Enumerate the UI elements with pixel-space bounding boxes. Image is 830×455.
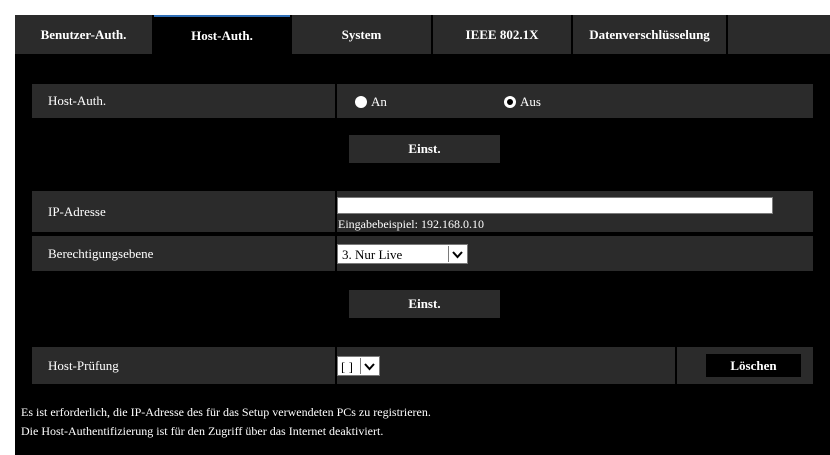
settings-frame: Benutzer-Auth. Host-Auth. System IEEE 80… xyxy=(15,15,830,455)
host-auth-row: Host-Auth. An Aus xyxy=(32,84,813,118)
tab-host-auth[interactable]: Host-Auth. xyxy=(154,15,290,54)
permission-level-value: 3. Nur Live xyxy=(342,247,403,262)
tab-bar: Benutzer-Auth. Host-Auth. System IEEE 80… xyxy=(15,15,830,54)
tab-bar-filler xyxy=(728,15,830,54)
delete-button[interactable]: Löschen xyxy=(706,354,801,377)
tab-ieee-8021x[interactable]: IEEE 802.1X xyxy=(433,15,571,54)
note-line-1: Es ist erforderlich, die IP-Adresse des … xyxy=(21,405,431,419)
note-line-2: Die Host-Authentifizierung ist für den Z… xyxy=(21,424,384,438)
tab-datenverschluesselung[interactable]: Datenverschlüsselung xyxy=(573,15,726,54)
radio-an-dot[interactable] xyxy=(355,96,367,108)
radio-aus[interactable]: Aus xyxy=(504,94,541,110)
permission-level-select[interactable]: 3. Nur Live xyxy=(337,244,468,264)
chevron-down-icon[interactable] xyxy=(448,246,466,262)
radio-aus-dot[interactable] xyxy=(504,96,516,108)
ip-address-hint: Eingabebeispiel: 192.168.0.10 xyxy=(338,217,484,231)
row-divider xyxy=(675,347,677,384)
tab-benutzer-auth[interactable]: Benutzer-Auth. xyxy=(15,15,152,54)
permission-level-row: Berechtigungsebene 3. Nur Live xyxy=(32,236,813,271)
radio-an-label: An xyxy=(371,94,387,109)
host-check-value: [ ] xyxy=(341,359,353,374)
set-button-2[interactable]: Einst. xyxy=(349,290,500,318)
radio-aus-label: Aus xyxy=(520,94,541,109)
radio-an[interactable]: An xyxy=(355,94,387,110)
tab-system[interactable]: System xyxy=(292,15,431,54)
host-check-select[interactable]: [ ] xyxy=(337,356,380,376)
ip-address-row: IP-Adresse Eingabebeispiel: 192.168.0.10 xyxy=(32,191,813,232)
chevron-down-icon[interactable] xyxy=(360,358,378,374)
host-auth-label: Host-Auth. xyxy=(48,93,107,108)
ip-address-label: IP-Adresse xyxy=(48,204,106,219)
row-divider xyxy=(335,84,337,118)
host-check-row: Host-Prüfung [ ] Löschen xyxy=(32,347,813,384)
ip-address-input[interactable] xyxy=(337,197,773,214)
host-check-label: Host-Prüfung xyxy=(48,358,119,373)
permission-level-label: Berechtigungsebene xyxy=(48,246,154,261)
set-button-1[interactable]: Einst. xyxy=(349,135,500,163)
